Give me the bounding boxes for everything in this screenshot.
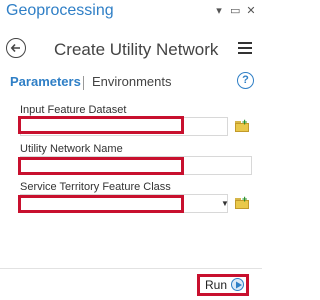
run-button[interactable]: Run: [197, 274, 249, 296]
tool-title: Create Utility Network: [54, 40, 219, 59]
run-play-icon: [231, 278, 244, 291]
tab-divider: [83, 76, 84, 90]
tab-environments[interactable]: Environments: [92, 74, 171, 89]
tool-header: Create Utility Network: [0, 32, 262, 66]
pane-controls: ▾ ▭ ✕: [214, 4, 256, 17]
browse-folder-icon[interactable]: +: [235, 118, 249, 132]
service-territory-feature-class-highlight: [18, 195, 184, 213]
tab-parameters[interactable]: Parameters: [10, 74, 81, 89]
service-territory-feature-class-label: Service Territory Feature Class: [20, 181, 171, 193]
browse-folder-icon[interactable]: +: [235, 195, 249, 209]
help-icon[interactable]: ?: [237, 72, 254, 89]
footer-divider: [0, 268, 262, 269]
dropdown-arrow-icon[interactable]: ▼: [221, 199, 229, 208]
pane-close-icon[interactable]: ✕: [246, 4, 256, 17]
pane-title: Geoprocessing: [6, 2, 114, 19]
pane-restore-icon[interactable]: ▭: [230, 4, 240, 17]
utility-network-name-highlight: [18, 157, 184, 175]
pane-header: Geoprocessing ▾ ▭ ✕: [0, 0, 262, 24]
run-button-label: Run: [205, 278, 228, 292]
back-arrow-icon: [10, 43, 20, 53]
utility-network-name-label: Utility Network Name: [20, 143, 123, 155]
pane-menu-icon[interactable]: ▾: [214, 4, 224, 17]
hamburger-menu-icon[interactable]: [238, 42, 252, 54]
back-button[interactable]: [6, 38, 26, 58]
input-feature-dataset-label: Input Feature Dataset: [20, 104, 127, 116]
tabs-row: Parameters Environments ?: [0, 72, 262, 92]
input-feature-dataset-highlight: [18, 116, 184, 134]
